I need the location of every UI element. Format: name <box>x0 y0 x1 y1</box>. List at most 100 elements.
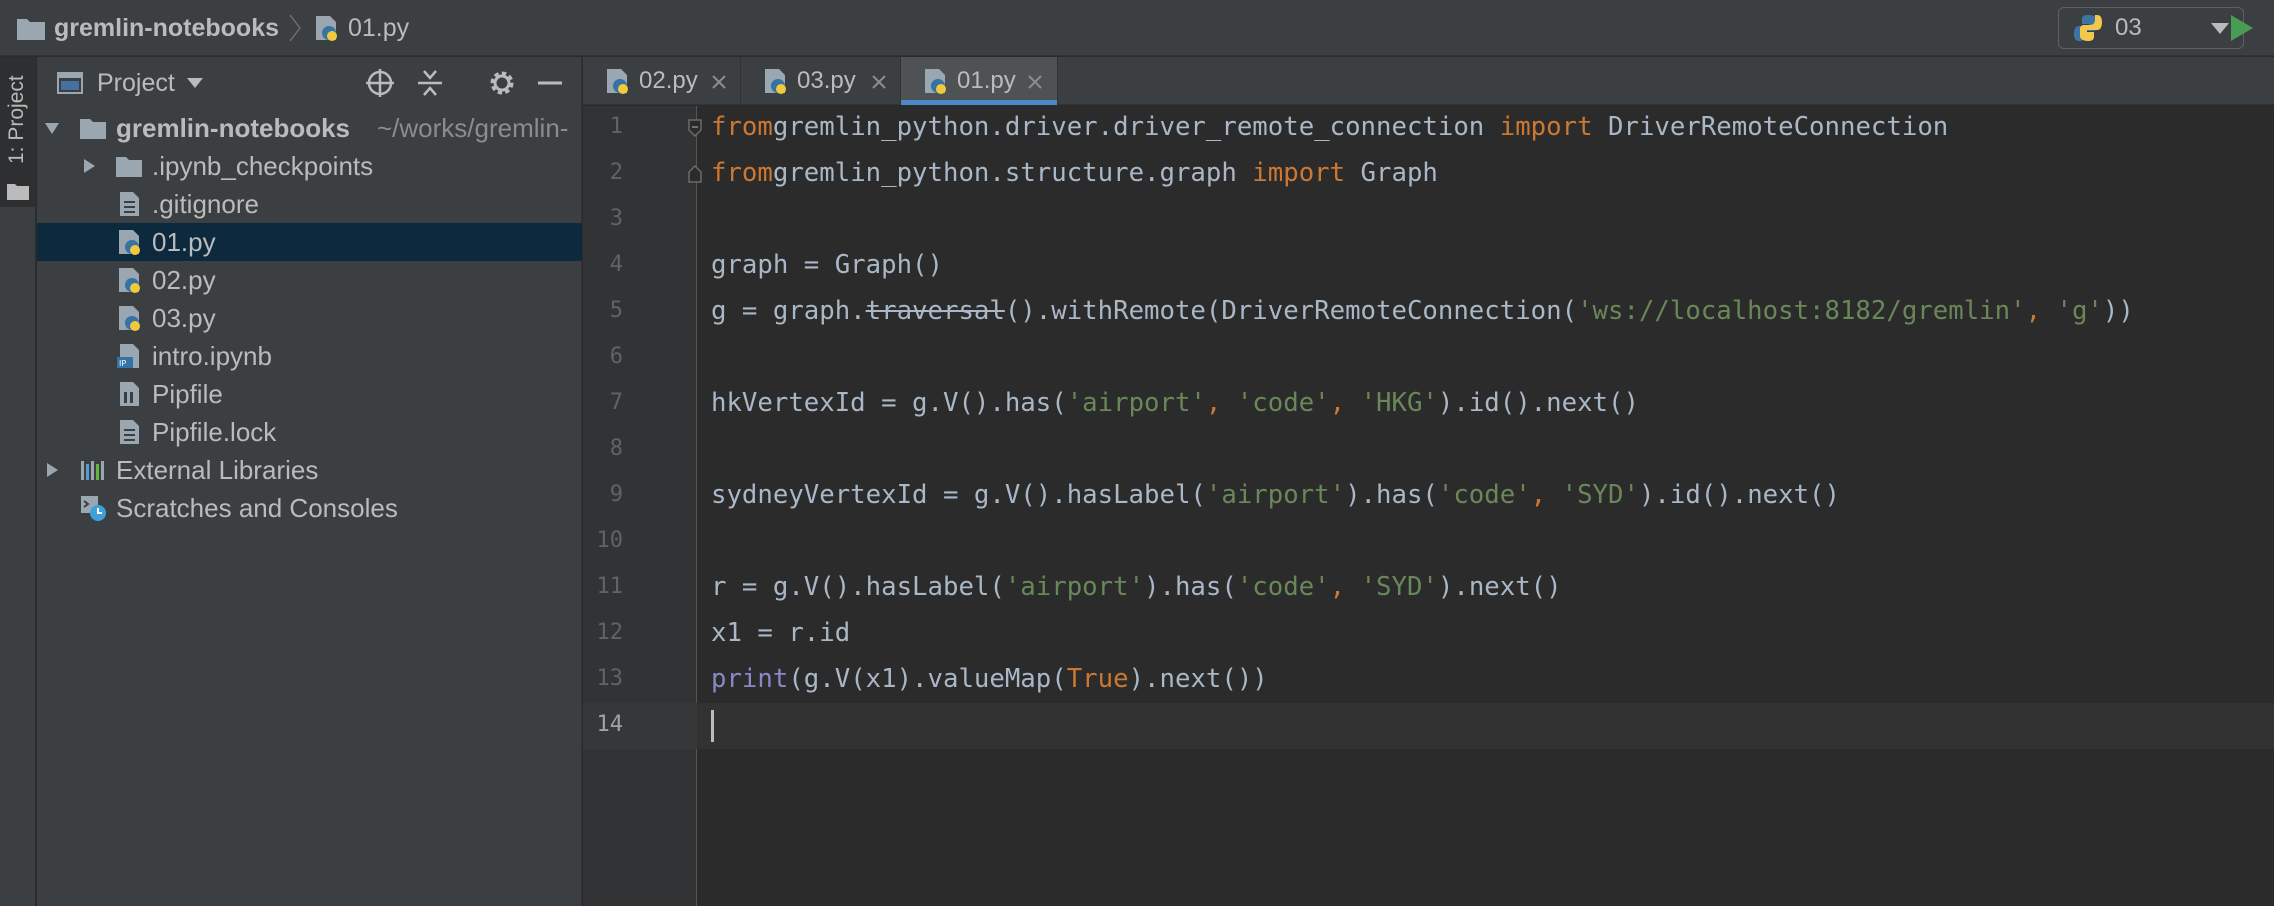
python-file-icon <box>119 230 140 255</box>
line-number: 13 <box>596 666 624 691</box>
line-number: 11 <box>596 574 624 599</box>
tree-item-label: .gitignore <box>152 189 259 219</box>
python-file-icon <box>316 16 337 41</box>
tree-item-pipfile[interactable]: Pipfile <box>37 375 582 413</box>
breadcrumb-separator-icon <box>289 14 301 42</box>
tree-item-label: Pipfile <box>152 379 223 409</box>
breadcrumb-project-label: gremlin-notebooks <box>54 13 280 42</box>
python-file-icon <box>925 69 946 94</box>
chevron-down-icon[interactable] <box>45 121 59 135</box>
line-number: 10 <box>596 528 624 553</box>
tree-item-label: 03.py <box>152 303 216 333</box>
code-token: 'ws://localhost:8182/gremlin' <box>1577 296 2026 326</box>
tab-02-py[interactable]: 02.py <box>583 57 741 105</box>
code-token: , <box>1329 388 1361 418</box>
code-token: from <box>711 112 773 142</box>
code-token: gremlin_python.driver.driver_remote_conn… <box>772 112 1500 142</box>
gear-icon[interactable] <box>487 68 517 98</box>
line-number: 9 <box>609 482 623 507</box>
code-token: gremlin_python.structure.graph <box>772 158 1253 188</box>
tree-item-path-hint: ~/works/gremlin- <box>377 113 569 143</box>
line-number: 3 <box>609 206 623 231</box>
line-number: 14 <box>596 712 624 737</box>
tree-item-scratches[interactable]: Scratches and Consoles <box>37 489 582 527</box>
tree-item-label: intro.ipynb <box>152 341 272 371</box>
notebook-file-icon: IP <box>117 344 139 368</box>
tree-item-pipfile-lock[interactable]: Pipfile.lock <box>37 413 582 451</box>
code-token: 'SYD' <box>1561 480 1639 510</box>
locate-file-icon[interactable] <box>365 68 395 98</box>
close-icon[interactable] <box>1027 74 1043 90</box>
tree-item-ipynb-checkpoints[interactable]: .ipynb_checkpoints <box>37 147 582 185</box>
code-line: g = graph.traversal().withRemote(DriverR… <box>711 296 2134 326</box>
tree-item-root[interactable]: gremlin-notebooks ~/works/gremlin- <box>37 109 582 147</box>
python-file-icon <box>607 69 628 94</box>
code-token: import <box>1499 112 1593 142</box>
code-token: ).has( <box>1144 572 1237 602</box>
project-window-icon <box>57 72 83 94</box>
tab-03-py[interactable]: 03.py <box>741 57 901 105</box>
line-number: 2 <box>609 160 623 185</box>
code-token: from <box>711 158 773 188</box>
breadcrumb-file[interactable]: 01.py <box>312 0 409 56</box>
python-file-icon <box>765 69 786 94</box>
libraries-icon <box>81 461 104 480</box>
chevron-right-icon[interactable] <box>82 159 96 173</box>
tree-item-label: 02.py <box>152 265 216 295</box>
code-token: traversal <box>865 296 1005 326</box>
fold-end-marker-icon[interactable] <box>687 165 703 183</box>
tree-item-external-libraries[interactable]: External Libraries <box>37 451 582 489</box>
breadcrumb-file-label: 01.py <box>348 13 410 42</box>
breadcrumb-project[interactable]: gremlin-notebooks <box>16 0 279 56</box>
tree-item-label: External Libraries <box>116 455 319 485</box>
project-view-selector[interactable]: Project <box>57 65 203 101</box>
code-token: 'HKG' <box>1360 388 1438 418</box>
code-editor[interactable]: 1 2 3 4 5 6 7 8 9 10 11 12 13 14 fromgremlin_python.d… <box>583 106 2274 906</box>
run-button[interactable] <box>2226 13 2256 43</box>
tab-label: 01.py <box>957 67 1016 94</box>
tree-item-03-py[interactable]: 03.py <box>37 299 582 337</box>
line-number: 4 <box>609 252 623 277</box>
editor-tab-bar: 02.py 03.py 01.py <box>583 57 2274 105</box>
line-number: 7 <box>609 390 623 415</box>
tree-item-02-py[interactable]: 02.py <box>37 261 582 299</box>
tree-item-gitignore[interactable]: .gitignore <box>37 185 582 223</box>
code-token: 'code' <box>1236 388 1330 418</box>
code-token: ().withRemote(DriverRemoteConnection( <box>1004 296 1578 326</box>
line-number: 12 <box>596 620 624 645</box>
code-token: ).has( <box>1345 480 1438 510</box>
line-number: 1 <box>609 114 623 139</box>
code-token: 'code' <box>1236 572 1330 602</box>
code-token: DriverRemoteConnection <box>1592 112 1949 142</box>
tree-item-label: 01.py <box>152 227 216 257</box>
text-file-icon <box>120 192 139 216</box>
close-icon[interactable] <box>711 74 727 90</box>
pipfile-icon <box>120 382 139 406</box>
code-token: , <box>1530 480 1562 510</box>
code-token: ).next() <box>1437 572 1562 602</box>
code-token: , <box>1329 572 1361 602</box>
scratches-icon <box>81 496 106 521</box>
tab-01-py[interactable]: 01.py <box>901 57 1058 105</box>
code-token: 'airport' <box>1004 572 1145 602</box>
code-line: sydneyVertexId = g.V().hasLabel('airport… <box>711 480 1840 510</box>
tree-item-label: gremlin-notebooks <box>116 113 351 143</box>
hide-panel-icon[interactable] <box>535 68 565 98</box>
code-token: True <box>1066 664 1129 694</box>
fold-marker-icon[interactable] <box>687 119 703 137</box>
caret-line-highlight <box>697 703 2274 749</box>
code-token: 'code' <box>1437 480 1531 510</box>
close-icon[interactable] <box>871 74 887 90</box>
code-token: ).id().next() <box>1437 388 1639 418</box>
tree-item-label: Scratches and Consoles <box>116 493 398 523</box>
project-panel-title: Project <box>97 68 175 97</box>
tree-item-intro-ipynb[interactable]: IP intro.ipynb <box>37 337 582 375</box>
collapse-all-icon[interactable] <box>415 68 445 98</box>
code-line: r = g.V().hasLabel('airport').has('code'… <box>711 572 1562 602</box>
tree-item-01-py[interactable]: 01.py <box>37 223 582 261</box>
chevron-right-icon[interactable] <box>45 463 59 477</box>
code-line: x1 = r.id <box>711 618 850 648</box>
code-token: , <box>1205 388 1237 418</box>
run-configuration-selector[interactable]: 03 <box>2058 7 2244 49</box>
code-token: x1 = r.id <box>711 618 851 648</box>
